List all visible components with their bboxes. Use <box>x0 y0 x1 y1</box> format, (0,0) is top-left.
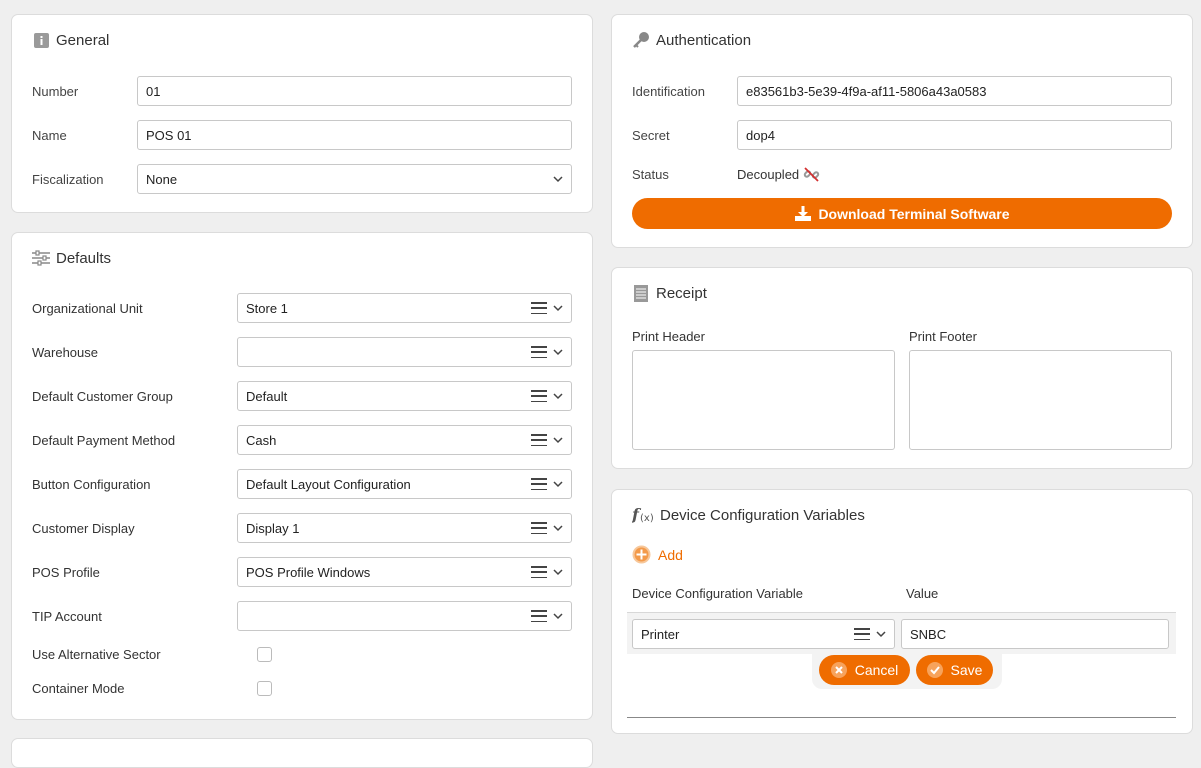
download-terminal-button[interactable]: Download Terminal Software <box>632 198 1172 229</box>
customer-display-label: Customer Display <box>32 520 135 536</box>
organizational-unit-select[interactable]: Store 1 <box>237 293 572 323</box>
customer-display-select[interactable]: Display 1 <box>237 513 572 543</box>
chevron-down-icon <box>553 305 563 312</box>
list-icon <box>531 522 547 534</box>
status-value-wrap: Decoupled <box>737 159 820 189</box>
secret-label: Secret <box>632 127 670 143</box>
fiscalization-label: Fiscalization <box>32 171 104 187</box>
list-icon <box>531 566 547 578</box>
warehouse-label: Warehouse <box>32 344 98 360</box>
print-footer-textarea[interactable] <box>909 350 1172 450</box>
default-customer-group-select[interactable]: Default <box>237 381 572 411</box>
organizational-unit-label: Organizational Unit <box>32 300 143 316</box>
status-value: Decoupled <box>737 166 800 182</box>
chevron-down-icon <box>553 176 563 183</box>
status-row: Status <box>632 159 1172 189</box>
variable-value-input[interactable]: SNBC <box>901 619 1169 649</box>
function-icon: f (x) <box>632 506 654 524</box>
device-vars-card: f (x) Device Configuration Variables Add … <box>611 489 1193 734</box>
download-icon <box>794 205 812 222</box>
default-payment-method-select[interactable]: Cash <box>237 425 572 455</box>
print-footer-label: Print Footer <box>909 329 977 344</box>
chevron-down-icon <box>553 613 563 620</box>
identification-label: Identification <box>632 83 705 99</box>
secret-input[interactable]: dop4 <box>737 120 1172 150</box>
print-header-textarea[interactable] <box>632 350 895 450</box>
add-variable-button[interactable]: Add <box>632 545 683 564</box>
receipt-icon <box>632 284 650 302</box>
chevron-down-icon <box>553 349 563 356</box>
number-input[interactable]: 01 <box>137 76 572 106</box>
default-customer-group-label: Default Customer Group <box>32 388 173 404</box>
container-mode-label: Container Mode <box>32 681 125 696</box>
col-value-header: Value <box>906 586 939 601</box>
list-icon <box>531 610 547 622</box>
button-configuration-select[interactable]: Default Layout Configuration <box>237 469 572 499</box>
list-icon <box>531 346 547 358</box>
status-label: Status <box>632 166 669 182</box>
pos-profile-select[interactable]: POS Profile Windows <box>237 557 572 587</box>
info-icon <box>32 31 50 49</box>
chevron-down-icon <box>553 437 563 444</box>
print-header-label: Print Header <box>632 329 705 344</box>
authentication-title: Authentication <box>632 31 751 49</box>
broken-link-icon <box>803 166 820 183</box>
authentication-card: Authentication Identification e83561b3-5… <box>611 14 1193 248</box>
name-label: Name <box>32 127 67 143</box>
pos-profile-label: POS Profile <box>32 564 100 580</box>
receipt-title-text: Receipt <box>656 284 707 302</box>
col-variable-header: Device Configuration Variable <box>632 586 804 601</box>
plus-circle-icon <box>632 545 651 564</box>
warehouse-select[interactable] <box>237 337 572 367</box>
device-vars-title: f (x) Device Configuration Variables <box>632 506 865 524</box>
defaults-title: Defaults <box>32 249 111 267</box>
list-icon <box>531 390 547 402</box>
cancel-button[interactable]: Cancel <box>819 655 910 685</box>
check-circle-icon <box>926 662 943 678</box>
variable-table-row: Printer SNBC <box>627 612 1176 654</box>
container-mode-checkbox[interactable] <box>257 681 272 696</box>
cancel-circle-icon <box>830 662 847 678</box>
general-card: General Number 01 Name POS 01 Fiscalizat… <box>11 14 593 213</box>
chevron-down-icon <box>553 481 563 488</box>
general-title: General <box>32 31 109 49</box>
use-alt-sector-checkbox[interactable] <box>257 647 272 662</box>
button-configuration-label: Button Configuration <box>32 476 151 492</box>
identification-input[interactable]: e83561b3-5e39-4f9a-af11-5806a43a0583 <box>737 76 1172 106</box>
defaults-title-text: Defaults <box>56 249 112 267</box>
general-title-text: General <box>56 31 110 49</box>
variable-select[interactable]: Printer <box>632 619 895 649</box>
fiscalization-select[interactable]: None <box>137 164 572 194</box>
list-icon <box>531 434 547 446</box>
sliders-icon <box>32 249 50 267</box>
receipt-title: Receipt <box>632 284 707 302</box>
default-payment-method-label: Default Payment Method <box>32 432 176 448</box>
chevron-down-icon <box>553 569 563 576</box>
list-icon <box>531 302 547 314</box>
chevron-down-icon <box>553 525 563 532</box>
name-input[interactable]: POS 01 <box>137 120 572 150</box>
device-vars-title-text: Device Configuration Variables <box>660 506 865 524</box>
table-bottom-divider <box>627 717 1176 718</box>
tip-account-label: TIP Account <box>32 608 102 624</box>
list-icon <box>854 628 870 640</box>
use-alt-sector-label: Use Alternative Sector <box>32 647 161 662</box>
save-button[interactable]: Save <box>916 655 993 685</box>
authentication-title-text: Authentication <box>656 31 752 49</box>
tip-account-select[interactable] <box>237 601 572 631</box>
chevron-down-icon <box>876 631 886 638</box>
receipt-card: Receipt Print Header Print Footer <box>611 267 1193 469</box>
list-icon <box>531 478 547 490</box>
chevron-down-icon <box>553 393 563 400</box>
number-label: Number <box>32 83 79 99</box>
key-icon <box>632 31 650 49</box>
svg-text:(x): (x) <box>640 513 654 524</box>
